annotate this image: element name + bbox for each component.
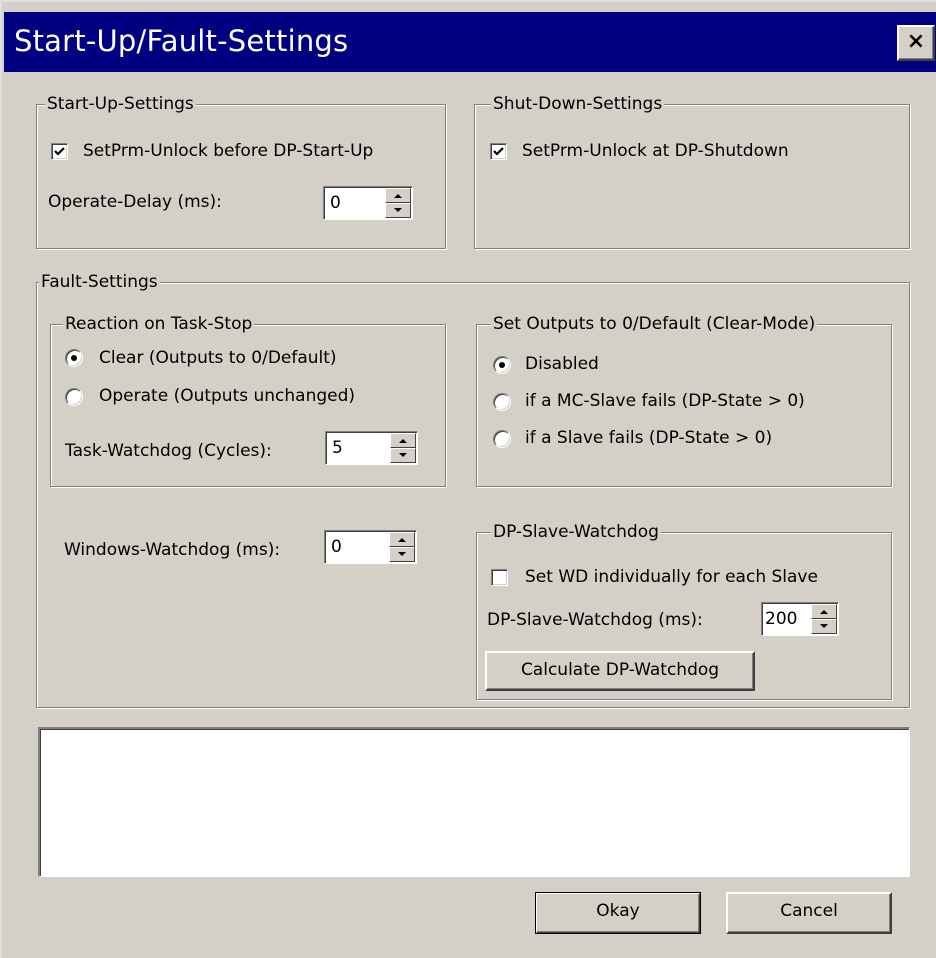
dp-slave-watchdog-spinner[interactable]: 200 (761, 602, 839, 636)
windows-watchdog-spinner[interactable]: 0 (324, 530, 417, 564)
radio-slave-fails[interactable] (493, 430, 511, 448)
task-watchdog-label: Task-Watchdog (Cycles): (65, 441, 272, 461)
dp-slave-watchdog-ms-label: DP-Slave-Watchdog (ms): (487, 610, 703, 630)
message-text-box[interactable] (38, 727, 910, 877)
shutdown-settings-group: Shut-Down-Settings SetPrm-Unlock at DP-S… (474, 93, 910, 249)
dialog-window: Start-Up/Fault-Settings × Start-Up-Setti… (0, 0, 936, 958)
setprm-unlock-startup-checkbox[interactable] (51, 143, 68, 160)
set-wd-individually-checkbox[interactable] (491, 569, 508, 586)
operate-outputs-label[interactable]: Operate (Outputs unchanged) (99, 385, 355, 407)
setprm-unlock-shutdown-label[interactable]: SetPrm-Unlock at DP-Shutdown (522, 140, 789, 162)
calculate-dp-watchdog-label: Calculate DP-Watchdog (520, 660, 720, 680)
slave-fails-label[interactable]: if a Slave fails (DP-State > 0) (525, 427, 772, 449)
set-wd-individually-label[interactable]: Set WD individually for each Slave (525, 566, 818, 588)
reaction-task-stop-group: Reaction on Task-Stop Clear (Outputs to … (50, 313, 446, 487)
windows-watchdog-up-button[interactable] (389, 532, 415, 547)
arrow-down-icon (394, 208, 402, 212)
fault-settings-legend: Fault-Settings (39, 271, 160, 293)
dp-slave-watchdog-value[interactable]: 200 (765, 608, 797, 630)
clear-disabled-label[interactable]: Disabled (525, 353, 599, 375)
checkmark-icon (493, 147, 504, 156)
dp-slave-watchdog-up-button[interactable] (811, 604, 837, 619)
arrow-down-icon (820, 624, 828, 628)
close-button[interactable]: × (897, 25, 935, 61)
startup-settings-group: Start-Up-Settings SetPrm-Unlock before D… (36, 93, 446, 249)
title-bar[interactable]: Start-Up/Fault-Settings × (4, 12, 936, 72)
setprm-unlock-startup-label[interactable]: SetPrm-Unlock before DP-Start-Up (83, 140, 373, 162)
radio-mc-slave-fails[interactable] (493, 393, 511, 411)
clear-outputs-label[interactable]: Clear (Outputs to 0/Default) (99, 347, 337, 369)
arrow-down-icon (398, 552, 406, 556)
okay-button[interactable]: Okay (535, 892, 701, 934)
arrow-up-icon (820, 610, 828, 614)
radio-clear-outputs[interactable] (65, 349, 83, 367)
windows-watchdog-down-button[interactable] (389, 547, 415, 562)
dp-slave-watchdog-down-button[interactable] (811, 619, 837, 634)
clear-mode-legend: Set Outputs to 0/Default (Clear-Mode) (491, 313, 818, 335)
windows-watchdog-label: Windows-Watchdog (ms): (64, 540, 281, 560)
operate-delay-down-button[interactable] (385, 203, 411, 218)
dp-slave-watchdog-legend: DP-Slave-Watchdog (491, 521, 661, 543)
arrow-up-icon (398, 538, 406, 542)
windows-watchdog-value[interactable]: 0 (331, 536, 342, 558)
task-watchdog-up-button[interactable] (390, 433, 416, 448)
calculate-dp-watchdog-button[interactable]: Calculate DP-Watchdog (485, 651, 755, 691)
task-watchdog-value[interactable]: 5 (332, 437, 343, 459)
mc-slave-fails-label[interactable]: if a MC-Slave fails (DP-State > 0) (525, 390, 805, 412)
dp-slave-watchdog-group: DP-Slave-Watchdog Set WD individually fo… (476, 521, 892, 700)
operate-delay-value[interactable]: 0 (330, 192, 341, 214)
close-icon: × (906, 29, 926, 54)
okay-label: Okay (596, 901, 640, 921)
shutdown-settings-legend: Shut-Down-Settings (491, 93, 665, 115)
operate-delay-spinner[interactable]: 0 (323, 186, 413, 220)
radio-operate-outputs[interactable] (65, 388, 83, 406)
cancel-label: Cancel (780, 901, 838, 921)
arrow-down-icon (399, 453, 407, 457)
setprm-unlock-shutdown-checkbox[interactable] (490, 143, 507, 160)
radio-clear-disabled[interactable] (493, 356, 511, 374)
startup-settings-legend: Start-Up-Settings (45, 93, 196, 115)
arrow-up-icon (394, 194, 402, 198)
task-watchdog-down-button[interactable] (390, 448, 416, 463)
cancel-button[interactable]: Cancel (726, 892, 892, 934)
radio-selected-dot (499, 362, 505, 368)
task-watchdog-spinner[interactable]: 5 (325, 431, 418, 465)
window-title: Start-Up/Fault-Settings (14, 24, 349, 58)
operate-delay-up-button[interactable] (385, 188, 411, 203)
operate-delay-label: Operate-Delay (ms): (48, 192, 222, 212)
checkmark-icon (54, 147, 65, 156)
clear-mode-group: Set Outputs to 0/Default (Clear-Mode) Di… (476, 313, 892, 487)
arrow-up-icon (399, 439, 407, 443)
radio-selected-dot (71, 355, 77, 361)
reaction-task-stop-legend: Reaction on Task-Stop (63, 313, 255, 335)
